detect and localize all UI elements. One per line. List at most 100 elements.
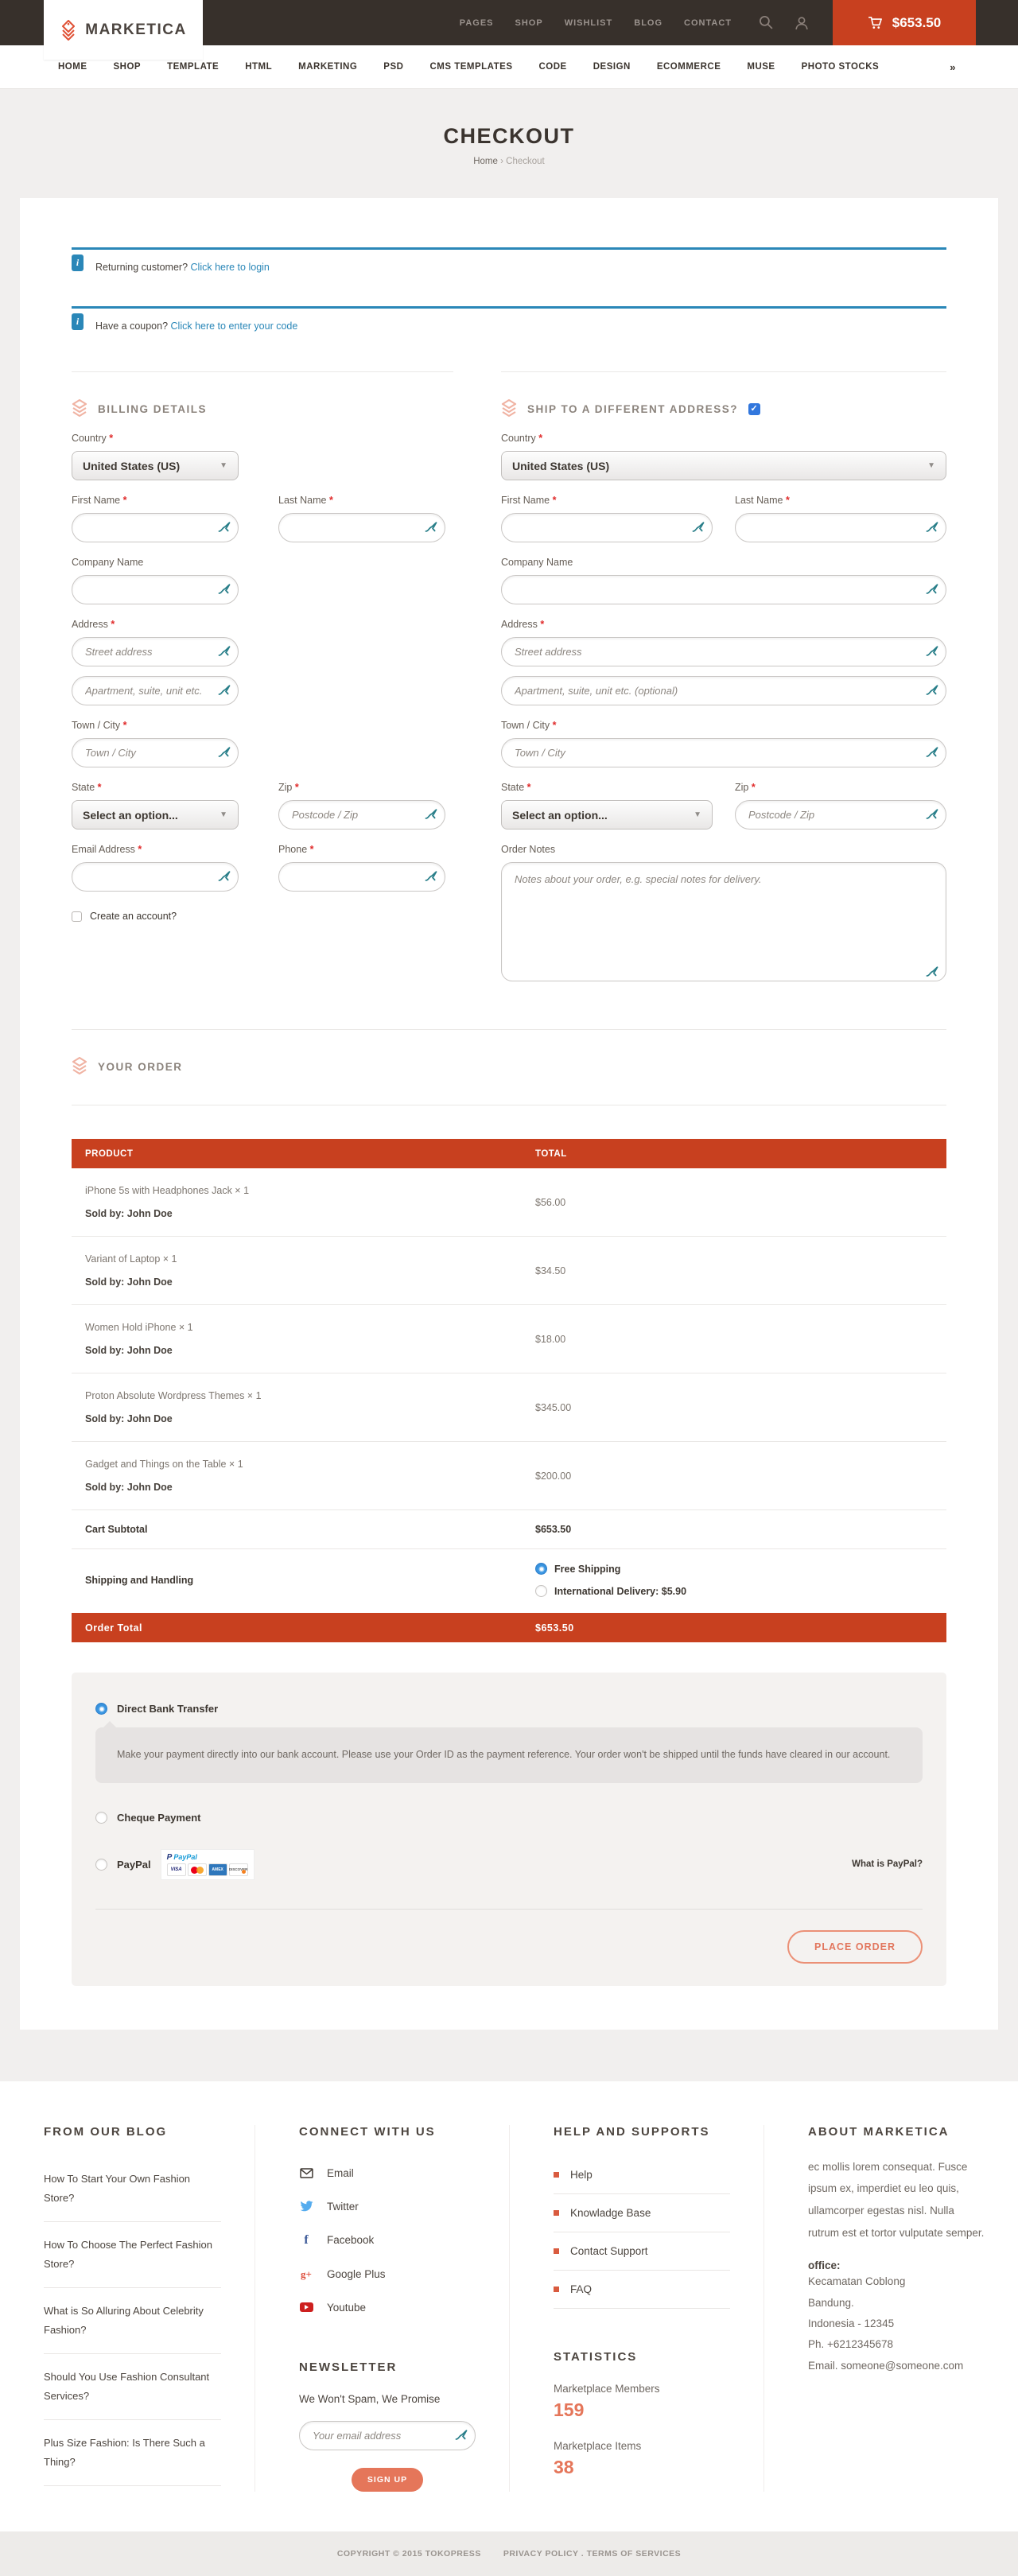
shipping-country-select[interactable]: United States (US) ▼ bbox=[501, 451, 946, 480]
breadcrumb-home[interactable]: Home bbox=[473, 157, 498, 166]
shipping-company-input[interactable] bbox=[501, 575, 946, 604]
billing-column: BILLING DETAILS Country * United States … bbox=[72, 371, 453, 985]
autofill-icon bbox=[425, 521, 437, 533]
blog-link[interactable]: How To Start Your Own Fashion Store? bbox=[44, 2156, 221, 2222]
topnav-blog[interactable]: BLOG bbox=[634, 18, 662, 28]
what-is-paypal-link[interactable]: What is PayPal? bbox=[852, 1859, 923, 1869]
phone-label: Phone bbox=[278, 844, 307, 855]
email-social-link[interactable]: Email bbox=[299, 2156, 476, 2190]
knowledge-base-link[interactable]: Knowladge Base bbox=[554, 2194, 730, 2232]
autofill-icon bbox=[926, 746, 938, 758]
signup-button[interactable]: SIGN UP bbox=[352, 2468, 423, 2492]
twitter-social-link[interactable]: Twitter bbox=[299, 2190, 476, 2223]
blog-link[interactable]: Should You Use Fashion Consultant Servic… bbox=[44, 2354, 221, 2420]
paypal-option-row: PayPal P PayPal VISA AMEX DISCOVER What … bbox=[95, 1849, 923, 1880]
blog-column-title: FROM OUR BLOG bbox=[44, 2125, 221, 2139]
nav-muse[interactable]: MUSE bbox=[747, 62, 775, 72]
billing-email-input[interactable] bbox=[72, 862, 239, 892]
google-plus-icon: g+ bbox=[299, 2268, 313, 2281]
breadcrumb: Home › Checkout bbox=[0, 157, 1018, 166]
blog-link[interactable]: What is So Alluring About Celebrity Fash… bbox=[44, 2288, 221, 2354]
nav-template[interactable]: TEMPLATE bbox=[167, 62, 219, 72]
create-account-checkbox[interactable] bbox=[72, 911, 82, 922]
login-link[interactable]: Click here to login bbox=[191, 262, 270, 273]
nav-html[interactable]: HTML bbox=[245, 62, 272, 72]
table-row: Gadget and Things on the Table × 1 Sold … bbox=[72, 1442, 946, 1510]
topnav-pages[interactable]: PAGES bbox=[460, 18, 494, 28]
user-icon[interactable] bbox=[795, 16, 809, 30]
your-order-section: YOUR ORDER PRODUCT TOTAL iPhone 5s with … bbox=[72, 1029, 946, 1986]
shipping-street-input[interactable] bbox=[501, 637, 946, 666]
state-selected-value: Select an option... bbox=[512, 809, 608, 822]
radio-icon[interactable] bbox=[95, 1812, 107, 1824]
table-row: Women Hold iPhone × 1 Sold by: John Doe … bbox=[72, 1305, 946, 1373]
product-name: Proton Absolute Wordpress Themes × 1 bbox=[85, 1390, 535, 1401]
billing-town-input[interactable] bbox=[72, 738, 239, 767]
address-line: Email. someone@someone.com bbox=[808, 2356, 985, 2376]
billing-phone-input[interactable] bbox=[278, 862, 445, 892]
billing-zip-input[interactable] bbox=[278, 800, 445, 830]
layers-icon bbox=[501, 399, 517, 418]
billing-apartment-input[interactable] bbox=[72, 676, 239, 705]
help-link[interactable]: Help bbox=[554, 2156, 730, 2194]
billing-country-select[interactable]: United States (US) ▼ bbox=[72, 451, 239, 480]
nav-design[interactable]: DESIGN bbox=[593, 62, 631, 72]
cheque-payment-option[interactable]: Cheque Payment bbox=[95, 1812, 923, 1824]
radio-selected-icon[interactable] bbox=[535, 1563, 547, 1575]
chevron-down-icon: ▼ bbox=[927, 461, 935, 470]
youtube-social-link[interactable]: Youtube bbox=[299, 2291, 476, 2324]
newsletter-email-input[interactable] bbox=[299, 2421, 476, 2450]
shipping-town-input[interactable] bbox=[501, 738, 946, 767]
ship-different-checkbox[interactable] bbox=[748, 403, 760, 415]
google-plus-social-link[interactable]: g+ Google Plus bbox=[299, 2258, 476, 2291]
nav-ecommerce[interactable]: ECOMMERCE bbox=[657, 62, 721, 72]
square-bullet-icon bbox=[554, 2172, 559, 2178]
first-name-label: First Name bbox=[72, 495, 120, 506]
search-icon[interactable] bbox=[759, 15, 774, 30]
cart-button[interactable]: $653.50 bbox=[833, 0, 976, 45]
topnav-shop[interactable]: SHOP bbox=[515, 18, 543, 28]
bank-transfer-option[interactable]: Direct Bank Transfer bbox=[95, 1703, 923, 1715]
faq-link[interactable]: FAQ bbox=[554, 2271, 730, 2309]
nav-psd[interactable]: PSD bbox=[383, 62, 403, 72]
blog-link[interactable]: Plus Size Fashion: Is There Such a Thing… bbox=[44, 2420, 221, 2486]
topnav-contact[interactable]: CONTACT bbox=[684, 18, 732, 28]
billing-last-name-input[interactable] bbox=[278, 513, 445, 542]
nav-code[interactable]: CODE bbox=[539, 62, 567, 72]
blog-link[interactable]: How To Choose The Perfect Fashion Store? bbox=[44, 2222, 221, 2288]
international-delivery-option[interactable]: International Delivery: $5.90 bbox=[535, 1585, 946, 1597]
radio-icon[interactable] bbox=[95, 1859, 107, 1871]
nav-marketing[interactable]: MARKETING bbox=[298, 62, 357, 72]
shipping-apartment-input[interactable] bbox=[501, 676, 946, 705]
nav-home[interactable]: HOME bbox=[58, 62, 87, 72]
product-column-header: PRODUCT bbox=[72, 1149, 535, 1159]
footer-connect-column: CONNECT WITH US Email Twitter f Facebook… bbox=[254, 2125, 509, 2492]
shipping-state-select[interactable]: Select an option... ▼ bbox=[501, 800, 713, 830]
footer-policy-links[interactable]: PRIVACY POLICY . TERMS OF SERVICES bbox=[503, 2549, 681, 2559]
shipping-last-name-input[interactable] bbox=[735, 513, 946, 542]
place-order-button[interactable]: PLACE ORDER bbox=[787, 1930, 923, 1964]
page-title: CHECKOUT bbox=[0, 124, 1018, 149]
info-icon: i bbox=[72, 313, 84, 330]
radio-selected-icon[interactable] bbox=[95, 1703, 107, 1715]
shipping-zip-input[interactable] bbox=[735, 800, 946, 830]
email-label: Email Address bbox=[72, 844, 135, 855]
shipping-first-name-input[interactable] bbox=[501, 513, 713, 542]
cart-subtotal-row: Cart Subtotal $653.50 bbox=[72, 1510, 946, 1549]
billing-company-input[interactable] bbox=[72, 575, 239, 604]
radio-icon[interactable] bbox=[535, 1585, 547, 1597]
nav-more-chevron-icon[interactable]: » bbox=[950, 61, 956, 73]
contact-support-link[interactable]: Contact Support bbox=[554, 2232, 730, 2271]
order-notes-textarea[interactable] bbox=[501, 862, 946, 981]
nav-photo-stocks[interactable]: PHOTO STOCKS bbox=[802, 62, 880, 72]
nav-shop[interactable]: SHOP bbox=[114, 62, 142, 72]
nav-cms-templates[interactable]: CMS TEMPLATES bbox=[429, 62, 512, 72]
free-shipping-option[interactable]: Free Shipping bbox=[535, 1563, 946, 1575]
facebook-social-link[interactable]: f Facebook bbox=[299, 2223, 476, 2258]
billing-street-input[interactable] bbox=[72, 637, 239, 666]
billing-first-name-input[interactable] bbox=[72, 513, 239, 542]
coupon-link[interactable]: Click here to enter your code bbox=[171, 321, 298, 332]
logo[interactable]: MARKETICA bbox=[44, 0, 203, 60]
billing-state-select[interactable]: Select an option... ▼ bbox=[72, 800, 239, 830]
topnav-wishlist[interactable]: WISHLIST bbox=[565, 18, 613, 28]
